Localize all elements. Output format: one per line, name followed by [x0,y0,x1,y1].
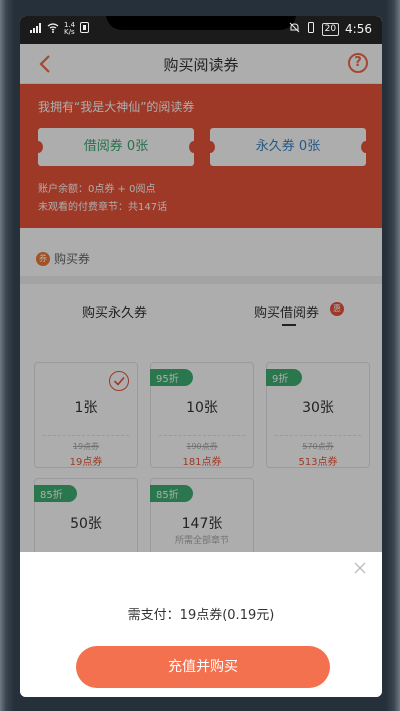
help-icon[interactable]: ? [348,53,368,73]
discount-tag: 9折 [266,369,303,386]
card-divider [159,435,245,436]
nav-bar: 购买阅读券 ? [20,44,382,84]
sale-price: 513点券 [298,457,338,468]
discount-tag: 85折 [34,485,77,502]
status-right: 20 4:56 [289,22,372,36]
voucher-summary-banner: 我拥有“我是大神仙”的阅读券 借阅券 0张 永久券 0张 账户余额：0点券 + … [20,84,382,228]
signal-icon [30,22,42,36]
wifi-icon [47,22,59,36]
status-bar: 1.4 K/s 20 4:56 [20,16,382,44]
mute-icon [289,22,300,36]
payment-amount: 需支付：19点券(0.19元) [127,608,275,623]
tab-permanent[interactable]: 购买永久券 [82,302,147,321]
vibrate-icon [306,22,316,36]
package-count: 30张 [302,400,334,416]
package-count: 10张 [186,400,218,416]
permanent-voucher-ticket: 永久券 0张 [205,128,371,166]
close-icon[interactable] [352,560,368,576]
card-divider [43,435,129,436]
purchase-section-header: 券 购买券 [36,250,90,267]
notification-icon [80,22,90,36]
package-count: 50张 [70,516,102,532]
unread-chapters: 未观看的付费章节：共147话 [38,202,168,213]
original-price: 19点券 [72,442,100,451]
network-speed: 1.4 K/s [64,22,75,36]
status-left: 1.4 K/s [30,22,90,36]
network-speed-unit: K/s [64,28,75,36]
sale-price: 19点券 [69,457,103,468]
package-count: 1张 [74,400,98,416]
payment-sheet: 需支付：19点券(0.19元) 充值并购买 [20,552,382,697]
recharge-and-buy-button[interactable]: 充值并购买 [76,646,330,688]
package-card-2[interactable]: 95折 10张 190点券 181点券 [150,362,254,468]
section-title: 购买券 [54,252,91,266]
purchase-page: 购买阅读券 ? 我拥有“我是大神仙”的阅读券 借阅券 0张 永久券 0张 账户余… [20,44,382,697]
owner-line: 我拥有“我是大神仙”的阅读券 [38,100,195,114]
phone-screen: 1.4 K/s 20 4:56 购买阅读券 ? 我拥有“我是大神仙”的阅读券 借… [20,16,382,697]
status-time: 4:56 [345,22,372,36]
tab-borrow[interactable]: 购买借阅券 [254,302,319,321]
discount-badge: 惠 [330,302,344,316]
card-divider [275,435,361,436]
account-balance: 账户余额：0点券 + 0阅点 [38,184,156,195]
battery-icon: 20 [321,22,340,36]
section-divider [20,276,382,284]
package-card-1[interactable]: 1张 19点券 19点券 [34,362,138,468]
selected-check-icon [109,371,129,391]
active-tab-indicator [282,324,296,326]
voucher-tabs: 购买永久券 购买借阅券 惠 [20,302,382,332]
sale-price: 181点券 [182,457,222,468]
phone-frame: 1.4 K/s 20 4:56 购买阅读券 ? 我拥有“我是大神仙”的阅读券 借… [0,0,400,711]
camera-notch [106,16,296,30]
package-card-3[interactable]: 9折 30张 570点券 513点券 [266,362,370,468]
discount-tag: 85折 [150,485,193,502]
original-price: 570点券 [302,442,334,451]
discount-tag: 95折 [150,369,193,386]
page-title: 购买阅读券 [163,56,239,74]
package-count: 147张 [181,516,223,532]
voucher-coin-icon: 券 [36,251,50,266]
original-price: 190点券 [186,442,218,451]
borrow-voucher-ticket: 借阅券 0张 [33,128,199,166]
package-note: 所需全部章节 [174,536,229,546]
